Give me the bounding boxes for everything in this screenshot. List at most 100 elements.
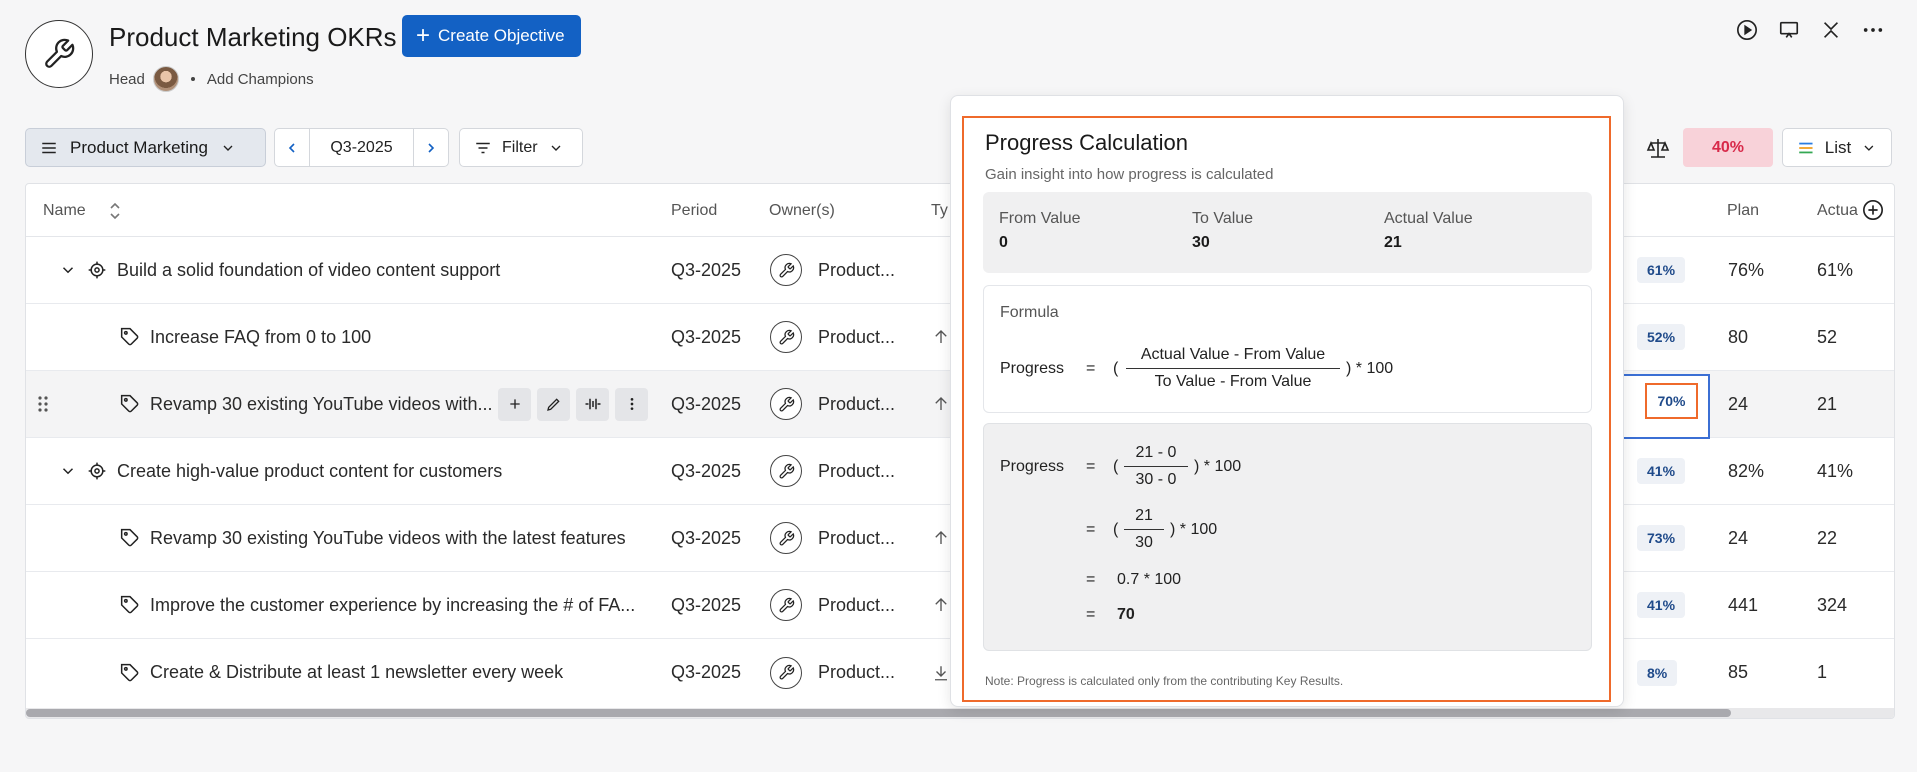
page-title: Product Marketing OKRs [109, 22, 397, 52]
progress-badge[interactable]: 73% [1637, 525, 1686, 551]
chevron-down-icon[interactable] [59, 261, 77, 279]
actual-value: 21 [1384, 234, 1402, 251]
row-period: Q3-2025 [671, 393, 742, 414]
row-plan: 80 [1728, 326, 1749, 347]
sort-icon[interactable] [108, 201, 122, 221]
column-header-period[interactable]: Period [671, 202, 717, 220]
top-actions [1735, 18, 1885, 42]
values-summary: From Value 0 To Value 30 Actual Value 21 [983, 192, 1592, 273]
previous-period-button[interactable] [275, 129, 310, 166]
edit-button[interactable] [537, 387, 570, 421]
column-header-plan[interactable]: Plan [1727, 202, 1759, 220]
step1-numerator: 21 - 0 [1135, 444, 1177, 461]
step1-denominator: 30 - 0 [1135, 471, 1177, 488]
list-view-icon [1799, 142, 1813, 153]
row-plan: 441 [1728, 594, 1759, 615]
overall-progress-badge[interactable]: 40% [1683, 128, 1773, 167]
avatar[interactable] [152, 66, 179, 92]
progress-badge[interactable]: 8% [1637, 659, 1678, 686]
filter-button[interactable]: Filter [459, 128, 583, 167]
step3-value: 0.7 * 100 [1117, 571, 1182, 588]
presentation-icon[interactable] [1777, 18, 1801, 42]
horizontal-scrollbar[interactable] [26, 708, 1894, 718]
scale-icon[interactable] [1646, 136, 1670, 160]
add-champions-link[interactable]: Add Champions [207, 71, 314, 88]
row-name[interactable]: Increase FAQ from 0 to 100 [150, 327, 371, 348]
chevron-down-icon[interactable] [59, 462, 77, 480]
row-name[interactable]: Build a solid foundation of video conten… [117, 260, 500, 281]
row-name[interactable]: Revamp 30 existing YouTube videos with..… [150, 394, 493, 415]
collapse-icon[interactable] [1819, 18, 1843, 42]
owner-avatar[interactable] [770, 656, 802, 689]
row-name[interactable]: Create high-value product content for cu… [117, 461, 502, 482]
wrench-icon [779, 396, 794, 411]
menu-icon [42, 142, 56, 153]
add-column-icon[interactable] [1862, 199, 1884, 221]
owner-avatar[interactable] [770, 455, 802, 487]
selected-progress-badge[interactable]: 70% [1645, 383, 1698, 419]
objective-target-icon [88, 462, 106, 480]
scrollbar-thumb[interactable] [26, 709, 1731, 717]
times-hundred: ) * 100 [1346, 360, 1394, 377]
check-in-button[interactable] [576, 387, 609, 421]
add-child-button[interactable] [498, 387, 531, 421]
more-icon[interactable] [1861, 18, 1885, 42]
row-owner: Product... [818, 393, 896, 414]
key-result-tag-icon [120, 663, 139, 681]
play-icon[interactable] [1735, 18, 1759, 42]
row-period: Q3-2025 [671, 527, 742, 548]
equals-sign: = [1086, 571, 1096, 588]
chevron-right-icon [428, 142, 435, 153]
column-header-owners[interactable]: Owner(s) [769, 202, 835, 220]
row-actual: 22 [1817, 527, 1838, 548]
owner-avatar[interactable] [770, 254, 802, 286]
chevron-left-icon [288, 142, 295, 153]
wrench-icon [779, 597, 794, 612]
team-select-label: Product Marketing [70, 137, 208, 157]
create-objective-button[interactable]: + Create Objective [402, 15, 581, 57]
row-plan: 76% [1728, 259, 1765, 280]
team-logo [25, 20, 93, 88]
owner-avatar[interactable] [770, 589, 802, 621]
team-select[interactable]: Product Marketing [25, 128, 266, 167]
owner-avatar[interactable] [770, 522, 802, 554]
owner-avatar[interactable] [770, 321, 802, 353]
step2-denominator: 30 [1135, 534, 1153, 551]
column-header-type[interactable]: Ty [931, 202, 948, 220]
owner-avatar[interactable] [770, 388, 802, 420]
column-header-actual[interactable]: Actua [1817, 202, 1858, 220]
from-value-label: From Value [999, 210, 1081, 227]
times-hundred: ) * 100 [1194, 458, 1242, 475]
view-select[interactable]: List [1782, 128, 1892, 167]
progress-badge[interactable]: 61% [1637, 257, 1686, 283]
more-actions-button[interactable] [615, 387, 648, 421]
column-header-name[interactable]: Name [43, 202, 86, 220]
key-result-tag-icon [120, 394, 139, 413]
kebab-icon [630, 398, 633, 410]
row-actual: 52 [1817, 326, 1838, 347]
progress-badge[interactable]: 41% [1637, 592, 1686, 618]
step2-fraction: 21 30 [1124, 507, 1164, 552]
row-plan: 82% [1728, 460, 1765, 481]
progress-badge[interactable]: 41% [1637, 458, 1686, 484]
chevron-down-icon [551, 145, 561, 151]
next-period-button[interactable] [413, 129, 448, 166]
arrow-up-icon [935, 397, 947, 410]
period-navigator: Q3-2025 [274, 128, 449, 167]
row-owner: Product... [818, 662, 896, 682]
drag-handle-icon[interactable] [36, 394, 50, 414]
period-value[interactable]: Q3-2025 [310, 139, 413, 157]
to-value: 30 [1192, 234, 1210, 251]
row-name[interactable]: Improve the customer experience by incre… [150, 595, 635, 616]
arrow-up-icon [935, 531, 947, 544]
check-in-icon [585, 398, 600, 410]
row-name[interactable]: Revamp 30 existing YouTube videos with t… [150, 528, 626, 549]
row-owner: Product... [818, 259, 896, 280]
row-name[interactable]: Create & Distribute at least 1 newslette… [150, 662, 563, 683]
step1-fraction: 21 - 0 30 - 0 [1124, 444, 1188, 489]
plus-icon [509, 399, 520, 409]
progress-badge[interactable]: 52% [1637, 324, 1686, 350]
equals-sign: = [1086, 606, 1096, 623]
row-plan: 24 [1728, 393, 1749, 414]
progress-word: Progress [1000, 360, 1065, 377]
